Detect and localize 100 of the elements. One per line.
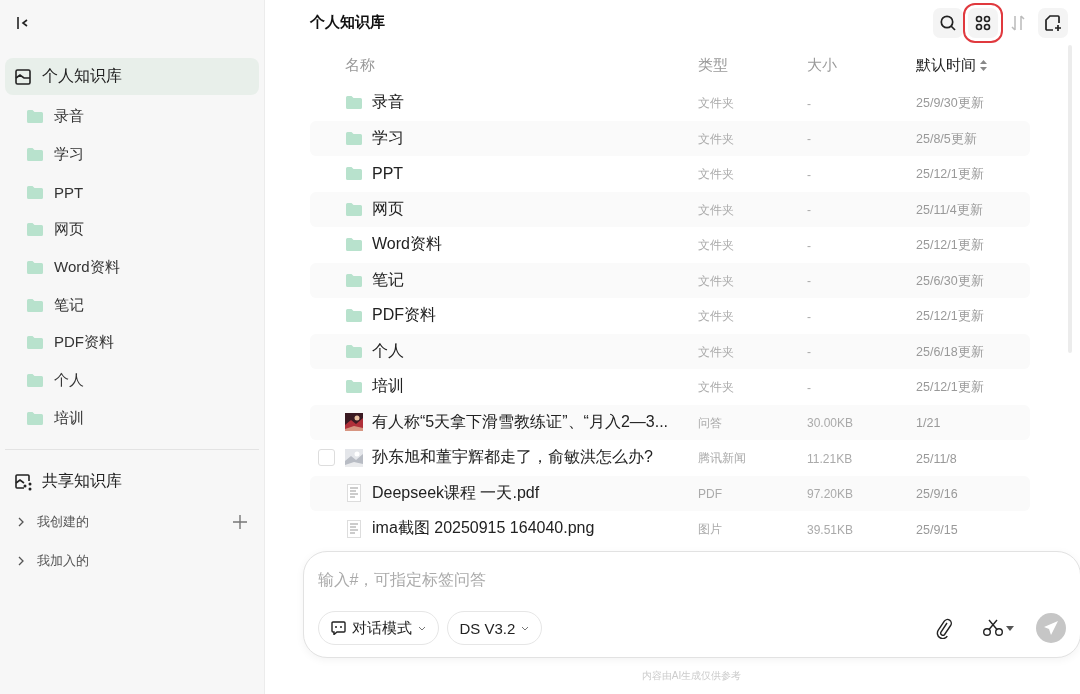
table-cell: 25/11/4更新 (916, 202, 983, 217)
folder-item[interactable]: 网页 (5, 211, 259, 249)
folder-icon (26, 184, 44, 200)
file-name[interactable]: 培训 (372, 376, 404, 398)
library-item[interactable]: 共享知识库 (5, 463, 259, 501)
table-cell: - (807, 309, 811, 324)
table-cell: 25/12/1更新 (916, 309, 984, 324)
add-icon[interactable] (233, 514, 247, 529)
file-name[interactable]: 孙东旭和董宇辉都走了，俞敏洪怎么办? (372, 447, 653, 469)
model-dropdown[interactable]: DS V3.2 (446, 611, 543, 645)
folder-item[interactable]: 录音 (5, 98, 259, 136)
table-row[interactable]: PPT 文件夹 - 25/12/1更新 (310, 156, 1030, 192)
table-row[interactable]: 学习 文件夹 - 25/8/5更新 (310, 120, 1030, 156)
library-item[interactable]: 个人知识库 (5, 58, 259, 95)
table-cell: 25/9/16 (916, 487, 958, 502)
table-cell: - (807, 380, 811, 395)
table-row[interactable]: PDF资料 文件夹 - 25/12/1更新 (310, 298, 1030, 334)
folder-icon (345, 237, 363, 253)
page-title: 个人知识库 (310, 13, 386, 32)
file-name[interactable]: PPT (372, 164, 404, 183)
mode-dropdown[interactable]: 对话模式 (317, 611, 439, 645)
folder-icon (345, 166, 363, 182)
shared-library-icon (14, 472, 32, 491)
group-item[interactable]: 我加入的 (5, 541, 259, 581)
table-cell: 25/11/8 (916, 451, 957, 466)
file-name[interactable]: Deepseek课程 一天.pdf (372, 482, 540, 504)
search-button[interactable] (933, 7, 963, 38)
table-row[interactable]: 笔记 文件夹 - 25/6/30更新 (310, 262, 1030, 298)
table-row[interactable]: Word资料 文件夹 - 25/12/1更新 (310, 227, 1030, 263)
document-icon (347, 484, 361, 503)
file-name[interactable]: 笔记 (372, 269, 404, 291)
table-cell: 25/12/1更新 (916, 167, 984, 182)
folder-item[interactable]: 培训 (5, 399, 259, 438)
table-cell: PDF (698, 487, 722, 502)
table-row[interactable]: 孙东旭和董宇辉都走了，俞敏洪怎么办? 腾讯新闻 11.21KB 25/11/8 (310, 440, 1030, 476)
sort-arrows-icon (980, 59, 987, 71)
group-item[interactable]: 我创建的 (5, 502, 259, 542)
table-cell: - (807, 167, 811, 182)
chevron-icon (17, 516, 25, 527)
table-cell: 11.21KB (807, 451, 853, 466)
table-cell: 1/21 (916, 416, 941, 431)
folder-item[interactable]: Word资料 (5, 248, 259, 287)
folder-item[interactable]: PDF资料 (5, 324, 259, 362)
folder-icon (345, 272, 363, 288)
caret-icon (521, 625, 530, 631)
chat-input-panel[interactable]: 输入#，可指定标签问答 对话模式 DS V3.2 (302, 551, 1080, 658)
file-name[interactable]: 有人称“5天拿下滑雪教练证”、“月入2—3... (372, 411, 668, 433)
table-cell: - (807, 274, 811, 289)
table-row[interactable]: 录音 文件夹 - 25/9/30更新 (310, 85, 1030, 121)
library-icon (14, 67, 32, 86)
folder-item[interactable]: 学习 (5, 135, 259, 174)
table-cell: 97.20KB (807, 487, 854, 502)
folder-icon (26, 373, 44, 389)
table-cell: 30.00KB (807, 416, 854, 431)
folder-icon (26, 222, 44, 238)
table-cell: 文件夹 (698, 344, 734, 359)
folder-icon (26, 260, 44, 276)
table-row[interactable]: 网页 文件夹 - 25/11/4更新 (310, 191, 1030, 227)
column-header[interactable]: 默认时间 (916, 55, 976, 75)
folder-icon (26, 147, 44, 163)
table-row[interactable]: 个人 文件夹 - 25/6/18更新 (310, 333, 1030, 369)
chevron-icon (17, 555, 25, 566)
table-cell: 25/6/30更新 (916, 273, 984, 288)
collapse-sidebar-icon[interactable] (16, 15, 29, 30)
folder-item[interactable]: 笔记 (5, 286, 259, 325)
folder-icon (345, 379, 363, 395)
table-row[interactable]: ima截图 20250915 164040.png 图片 39.51KB 25/9/15 (310, 511, 1030, 547)
checkbox[interactable] (318, 449, 335, 467)
grid-view-icon (975, 14, 991, 31)
table-cell: 文件夹 (698, 380, 734, 395)
folder-icon (345, 308, 363, 324)
folder-item[interactable]: 个人 (5, 361, 259, 400)
table-cell: 腾讯新闻 (698, 451, 746, 466)
table-cell: 25/8/5更新 (916, 131, 977, 146)
file-name[interactable]: PDF资料 (372, 305, 436, 327)
file-name[interactable]: Word资料 (372, 234, 442, 256)
table-cell: - (807, 96, 811, 111)
question-input[interactable]: 输入#，可指定标签问答 (317, 564, 1066, 594)
file-name[interactable]: 学习 (372, 127, 404, 149)
table-cell: 文件夹 (698, 131, 734, 146)
table-row[interactable]: 有人称“5天拿下滑雪教练证”、“月入2—3... 问答 30.00KB 1/21 (310, 404, 1030, 440)
file-name[interactable]: 个人 (372, 340, 404, 362)
new-document-button[interactable] (1038, 7, 1068, 38)
attach-button[interactable] (935, 617, 952, 639)
file-name[interactable]: ima截图 20250915 164040.png (372, 518, 595, 540)
folder-icon (26, 297, 44, 313)
paperclip-icon (935, 617, 952, 639)
folder-icon (26, 109, 44, 125)
table-cell: 文件夹 (698, 167, 734, 182)
folder-icon (345, 95, 363, 111)
table-row[interactable]: 培训 文件夹 - 25/12/1更新 (310, 369, 1030, 405)
table-cell: - (807, 132, 811, 147)
file-name[interactable]: 录音 (372, 92, 404, 114)
scissors-button[interactable] (981, 619, 1014, 637)
table-cell: 25/12/1更新 (916, 380, 984, 395)
table-row[interactable]: Deepseek课程 一天.pdf PDF 97.20KB 25/9/16 (310, 475, 1030, 511)
file-name[interactable]: 网页 (372, 198, 404, 220)
folder-item[interactable]: PPT (5, 173, 259, 212)
table-cell: 文件夹 (698, 273, 734, 288)
table-cell: 25/9/15 (916, 522, 958, 537)
